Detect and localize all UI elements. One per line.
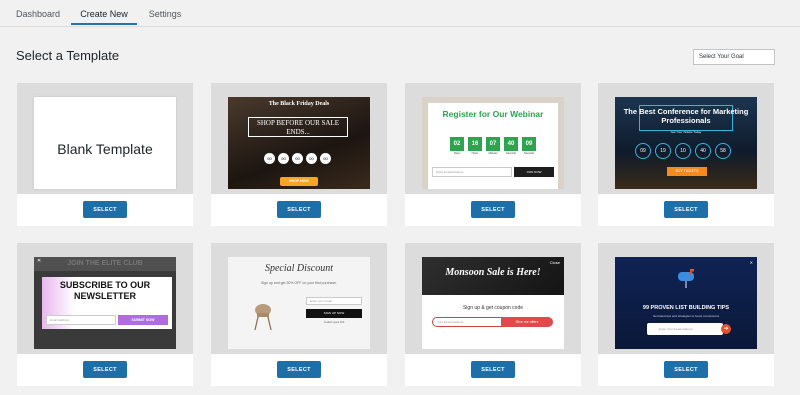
template-cta: JOIN NOW xyxy=(514,167,554,177)
template-email-field: Email address xyxy=(46,315,116,325)
template-title: SUBSCRIBE TO OUR NEWSLETTER xyxy=(59,280,151,301)
timer-cell: 09 xyxy=(522,137,536,151)
timer-cell: 58 xyxy=(715,143,731,159)
close-label: Close xyxy=(549,260,560,265)
countdown-timer: 00 00 00 00 00 xyxy=(264,153,344,167)
timer-label: Seconds xyxy=(524,152,534,155)
template-preview: JOIN THE ELITE CLUB ✕ SUBSCRIBE TO OUR N… xyxy=(17,243,193,354)
timer-label: Days xyxy=(454,152,460,155)
template-card-list-building: ✕ 99 PROVEN LIST BUILDING TIPS Get lates… xyxy=(598,243,774,386)
mailbox-icon xyxy=(678,269,694,288)
timer-cell: 00 xyxy=(292,153,303,164)
template-title: Monsoon Sale is Here! xyxy=(445,267,541,278)
select-button[interactable]: SELECT xyxy=(471,361,515,378)
timer-cell: 19 xyxy=(655,143,671,159)
template-preview: Close Monsoon Sale is Here! Sign up & ge… xyxy=(405,243,581,354)
template-cta: BUY TICKETS xyxy=(667,167,707,176)
template-preview: The Black Friday Deals SHOP BEFORE OUR S… xyxy=(211,83,387,194)
timer-cell: 10 xyxy=(675,143,691,159)
template-thumbnail[interactable]: Blank Template xyxy=(34,97,176,189)
template-preview: Register for Our Webinar 02 16 07 40 09 … xyxy=(405,83,581,194)
template-cta: SIGN UP NOW xyxy=(306,309,362,318)
timer-cell: 02 xyxy=(450,137,464,151)
template-thumbnail[interactable]: Close Monsoon Sale is Here! Sign up & ge… xyxy=(422,257,564,349)
timer-cell: 40 xyxy=(695,143,711,159)
template-card-black-friday: The Black Friday Deals SHOP BEFORE OUR S… xyxy=(211,83,387,226)
template-card-special-discount: Special Discount Sign up and get 30% OFF… xyxy=(211,243,387,386)
template-card-blank: Blank Template SELECT xyxy=(17,83,193,226)
template-thumbnail[interactable]: Register for Our Webinar 02 16 07 40 09 … xyxy=(422,97,564,189)
countdown-timer: 02 16 07 40 09 Days Hours Minutes Second… xyxy=(450,137,540,157)
template-title: Blank Template xyxy=(57,141,153,157)
template-card-monsoon: Close Monsoon Sale is Here! Sign up & ge… xyxy=(405,243,581,386)
template-title: Special Discount xyxy=(264,263,334,274)
template-thumbnail[interactable]: ✕ 99 PROVEN LIST BUILDING TIPS Get lates… xyxy=(615,257,757,349)
template-cta: Give me offers xyxy=(501,317,553,327)
template-thumbnail[interactable]: Special Discount Sign up and get 30% OFF… xyxy=(228,257,370,349)
timer-cell: 07 xyxy=(486,137,500,151)
template-card-newsletter: JOIN THE ELITE CLUB ✕ SUBSCRIBE TO OUR N… xyxy=(17,243,193,386)
nav-tabs: Dashboard Create New Settings xyxy=(0,0,800,27)
timer-cell: 00 xyxy=(278,153,289,164)
tab-settings[interactable]: Settings xyxy=(142,0,188,25)
template-email-field: Your Email Address xyxy=(432,317,502,327)
arrow-right-icon: ➜ xyxy=(721,324,731,334)
close-icon: ✕ xyxy=(37,258,42,264)
template-card-webinar: Register for Our Webinar 02 16 07 40 09 … xyxy=(405,83,581,226)
goal-select[interactable]: Select Your Goal xyxy=(693,49,775,65)
close-icon: ✕ xyxy=(749,260,753,265)
template-subtitle: Get Your Tickets Today xyxy=(670,130,702,134)
timer-label: Hours xyxy=(471,152,479,155)
tab-dashboard[interactable]: Dashboard xyxy=(10,0,66,25)
template-preview: Blank Template xyxy=(17,83,193,194)
template-cta: SHOP NOW xyxy=(280,177,318,186)
timer-cell: 16 xyxy=(468,137,482,151)
timer-label: Seconds xyxy=(506,152,516,155)
template-title: 99 PROVEN LIST BUILDING TIPS xyxy=(642,305,730,311)
template-title: Register for Our Webinar xyxy=(442,109,544,119)
template-title: The Black Friday Deals xyxy=(268,101,330,107)
template-card-conference: The Best Conference for Marketing Profes… xyxy=(598,83,774,226)
template-preview: ✕ 99 PROVEN LIST BUILDING TIPS Get lates… xyxy=(598,243,774,354)
timer-label: Minutes xyxy=(488,152,498,155)
tab-create-new[interactable]: Create New xyxy=(71,0,137,25)
timer-cell: 09 xyxy=(635,143,651,159)
countdown-timer: 09 19 10 40 58 xyxy=(635,143,745,163)
template-cta: SUBMIT NOW xyxy=(118,315,168,325)
template-email-field: Enter Email Address xyxy=(432,167,512,177)
template-email-field: Enter Your Email Address xyxy=(647,323,723,335)
chair-icon xyxy=(254,304,272,331)
timer-cell: 00 xyxy=(264,153,275,164)
select-button[interactable]: SELECT xyxy=(83,361,127,378)
select-button[interactable]: SELECT xyxy=(277,201,321,218)
select-button[interactable]: SELECT xyxy=(277,361,321,378)
template-banner: JOIN THE ELITE CLUB xyxy=(34,257,176,271)
select-button[interactable]: SELECT xyxy=(664,361,708,378)
template-note: Crafted space FMI xyxy=(323,321,345,324)
template-title: The Best Conference for Marketing Profes… xyxy=(623,107,749,125)
select-button[interactable]: SELECT xyxy=(471,201,515,218)
thumb-background xyxy=(228,97,370,189)
template-thumbnail[interactable]: JOIN THE ELITE CLUB ✕ SUBSCRIBE TO OUR N… xyxy=(34,257,176,349)
template-subtitle: Sign up and get 30% OFF on your first pu… xyxy=(260,281,338,285)
template-preview: The Best Conference for Marketing Profes… xyxy=(598,83,774,194)
template-email-field: Enter your email xyxy=(306,297,362,305)
page-title: Select a Template xyxy=(16,48,120,63)
timer-cell: 00 xyxy=(306,153,317,164)
timer-cell: 40 xyxy=(504,137,518,151)
template-subtitle: Get latest tips and strategies to boost … xyxy=(652,314,720,318)
webinar-panel: Register for Our Webinar 02 16 07 40 09 … xyxy=(428,103,558,189)
template-thumbnail[interactable]: The Best Conference for Marketing Profes… xyxy=(615,97,757,189)
template-preview: Special Discount Sign up and get 30% OFF… xyxy=(211,243,387,354)
timer-cell: 00 xyxy=(320,153,331,164)
template-headline: SHOP BEFORE OUR SALE ENDS... xyxy=(248,117,348,137)
select-button[interactable]: SELECT xyxy=(664,201,708,218)
template-subtitle: Sign up & get coupon code xyxy=(462,305,524,311)
select-button[interactable]: SELECT xyxy=(83,201,127,218)
template-thumbnail[interactable]: The Black Friday Deals SHOP BEFORE OUR S… xyxy=(228,97,370,189)
